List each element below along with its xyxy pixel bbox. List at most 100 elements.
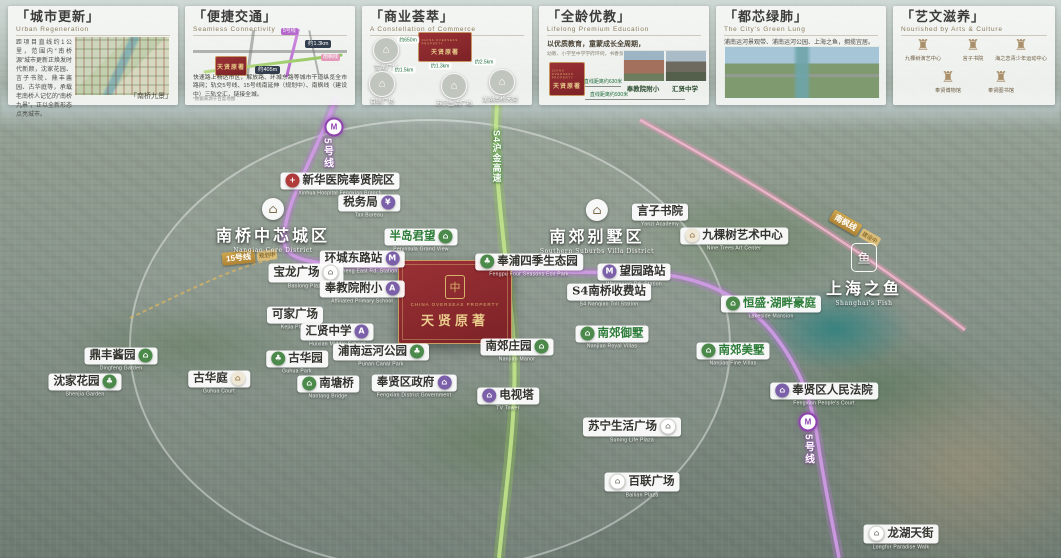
aerial-map-poster: 「城市更新」 Urban Regeneration 距项目直线约1公里，范围内“… (0, 0, 1061, 558)
masterplan-thumbnail (74, 36, 170, 96)
map-label-wangyuan-station: M 望园路站 Wangyuan Rd. Station (598, 264, 671, 281)
garden-icon: ♣ (103, 375, 117, 389)
card-seamless-connectivity: 「便捷交通」 Seamless Connectivity 5号线 南枫线 约1.… (185, 6, 355, 105)
distance-label: 约1.3km (429, 63, 452, 70)
residence-icon: ⌂ (702, 344, 716, 358)
distance-arrow (585, 86, 621, 87)
district-name-en: Nanqiao Core District (216, 247, 330, 254)
map-label-district-gov: 奉贤区政府 ⌂ Fengxian District Government (372, 375, 457, 392)
map-label-dingfeng: 鼎丰酱园 ⌂ Dingfeng Garden (85, 348, 158, 365)
school-caption: 奉教院附小 (627, 83, 660, 93)
plan-caption: 「南桥九景」 (130, 91, 172, 101)
distance-label: 约650m (397, 37, 419, 44)
map-label-s4-toll: S4南桥收费站 S4 Nanqiao Toll Station (567, 284, 651, 301)
district-nanqiao-core: ⌂ 南桥中芯城区 Nanqiao Core District (216, 198, 330, 254)
project-badge-mini: 天贤原著 (215, 56, 247, 76)
school-photo-middle (665, 50, 707, 82)
map-label-suning-plaza: 苏宁生活广场 ⌂ Suning Life Plaza (583, 418, 681, 437)
line5-mini-tag: 5号线 (281, 28, 298, 35)
project-brand: CHINA OVERSEAS PROPERTY (552, 69, 583, 80)
road-line (246, 30, 255, 76)
shopping-icon: ⌂ (323, 265, 339, 281)
card-title: 「城市更新」 (16, 11, 170, 25)
school-caption: 汇贤中学 (672, 83, 698, 93)
card-subtitle: The City's Green Lung (724, 26, 878, 36)
art-center-icon: ⌂ (685, 229, 699, 243)
map-label-bailian-plaza: ⌂ 百联广场 Bailian Plaza (605, 473, 680, 492)
map-label-fengpu-eco-park: ♣ 奉浦四季生态园 Fengpu Four Seasons Eco Park (475, 254, 583, 271)
map-label-bandao-junwang: 半岛君望 ⌂ Peninsula Grand View (385, 229, 458, 246)
footnote: *数据来源于百度地图 (193, 96, 235, 102)
map-label-people-court: ⌂ 奉贤区人民法院 Fengxian People's Court (770, 383, 878, 400)
card-title: 「都芯绿肺」 (724, 11, 878, 25)
card-title: 「便捷交通」 (193, 11, 347, 25)
fish-logo-icon: 鱼 (851, 243, 877, 272)
map-label-nanjiao-yushu: ⌂ 南郊御墅 Nanjiao Royal Villas (576, 326, 649, 343)
school-icon: A (355, 325, 369, 339)
landmark-icon: ♜ (988, 70, 1014, 86)
education-headline: 以优质教育，童蒙成长全周期， (547, 39, 701, 49)
map-label-nanjiao-manor: 南郊庄园 ⌂ Nanjiao Manor (481, 339, 554, 356)
tower-icon: ⌂ (482, 389, 496, 403)
mall-node-icon: ⌂ (489, 69, 515, 95)
venue-label: 九棵树演艺中心 (905, 55, 941, 62)
venue-label: 奉贤图书馆 (988, 87, 1014, 94)
transit-diagram: 5号线 南枫线 约1.3km 约405m 天贤原著 (193, 34, 347, 72)
school-photo-primary (623, 50, 665, 82)
project-name: 天贤原著 (431, 47, 459, 56)
card-commerce: 「商业荟萃」 A Constellation of Commerce CHINA… (362, 6, 532, 105)
card-education: 「全龄优教」 Lifelong Premium Education 以优质教育，… (539, 6, 709, 105)
project-badge-mini: CHINA OVERSEAS PROPERTY 天贤原著 (418, 32, 472, 62)
distance-label: 约2.5km (473, 59, 496, 66)
venue-label: 海之恋青少年运动中心 (995, 55, 1047, 62)
district-shanghai-fish: 鱼 上海之鱼 Shanghai's Fish (826, 243, 902, 307)
arts-venue: ♜ 海之恋青少年运动中心 (995, 38, 1047, 62)
mall-node-icon: ⌂ (373, 37, 399, 63)
park-icon: ♣ (271, 352, 285, 366)
canal-park-photo (724, 46, 880, 99)
card-title: 「全龄优教」 (547, 11, 701, 25)
map-label-nine-trees: ⌂ 九棵树艺术中心 Nine Trees Art Center (680, 228, 788, 245)
distance-text: 直线距离约930米 (590, 91, 628, 98)
government-icon: ⌂ (437, 376, 451, 390)
park-icon: ♣ (410, 345, 424, 359)
project-badge-mini: CHINA OVERSEAS PROPERTY 天贤原著 (549, 62, 585, 96)
project-brand: CHINA OVERSEAS PROPERTY (422, 38, 469, 45)
card-arts-culture: 「艺文滋养」 Nourished by Arts & Culture ♜ 九棵树… (893, 6, 1055, 105)
map-label-nanjiao-meishu: ⌂ 南郊美墅 Nanjiao Fine Villas (697, 343, 770, 360)
park-icon: ♣ (480, 255, 494, 269)
heritage-icon: ⌂ (139, 349, 153, 363)
map-label-yanzi-academy: 言子书院 Yanzi Academy (632, 204, 688, 221)
project-name: 天贤原著 (553, 81, 581, 90)
landmark-icon: ♜ (963, 38, 984, 54)
arts-venue: ♜ 奉贤图书馆 (988, 70, 1014, 94)
district-name: 南桥中芯城区 (216, 222, 330, 246)
arts-venue: ♜ 奉贤博物馆 (935, 70, 961, 94)
landmark-icon: ♜ (905, 38, 941, 54)
metro-station-icon: M (385, 252, 399, 266)
map-label-punan-canal-park: 浦南运河公园 ♣ Punan Canal Park (333, 344, 429, 361)
card-title: 「商业荟萃」 (370, 11, 524, 25)
road-line (308, 30, 320, 75)
mall-node-icon: ⌂ (369, 71, 395, 97)
map-label-hengsheng: ⌂ 恒盛·湖畔豪庭 Lakeside Mansion (721, 296, 821, 313)
residence-icon: ⌂ (439, 230, 453, 244)
line5-vertical-label-bottom: 5号线 (801, 434, 816, 466)
metro-line5-icon: M (799, 413, 818, 432)
card-subtitle: Urban Regeneration (16, 26, 170, 36)
map-label-tax-bureau: 税务局 ¥ Tax Bureau (338, 195, 400, 212)
shopping-icon: ⌂ (869, 526, 885, 542)
map-label-shenjia-garden: 沈家花园 ♣ Shenjia Garden (49, 374, 122, 391)
distance-tag: 约1.3km (305, 40, 331, 48)
landmark-icon: ♜ (935, 70, 961, 86)
shopping-icon: ⌂ (660, 419, 676, 435)
district-name-en: Shanghai's Fish (826, 300, 902, 307)
line5-vertical-label-top: 5号线 (320, 138, 335, 170)
card-subtitle: Nourished by Arts & Culture (901, 26, 1047, 36)
hospital-icon: + (286, 174, 300, 188)
residence-icon: ⌂ (726, 297, 740, 311)
map-label-longhu-paradise-walk: ⌂ 龙湖天街 Longfor Paradise Walk (864, 525, 939, 544)
distance-arrow (585, 99, 685, 100)
s4-highway-label: S4沪金高速 (491, 130, 504, 183)
residence-icon: ⌂ (581, 327, 595, 341)
